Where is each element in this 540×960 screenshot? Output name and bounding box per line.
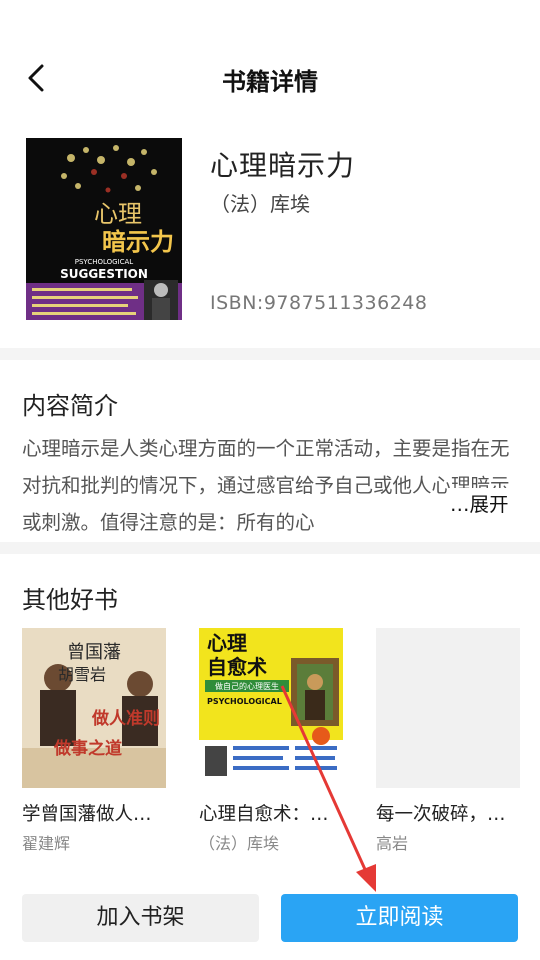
rec-book-cover[interactable]: 曾国藩 胡雪岩 做人准则 做事之道 <box>22 628 166 788</box>
rec-book-cover[interactable]: 心理 自愈术 做自己的心理医生 PSYCHOLOGICAL <box>199 628 343 788</box>
rec-cover-text1: 心理 <box>207 631 247 655</box>
rec-cover-text2: 自愈术 <box>207 655 267 679</box>
book-isbn: ISBN:9787511336248 <box>210 292 428 314</box>
intro-ellipsis: … <box>450 493 470 516</box>
rec-book-title: 每一次破碎，… <box>376 804 506 825</box>
rec-cover-text3: 做人准则 <box>91 708 160 729</box>
book-author: （法）库埃 <box>210 192 310 216</box>
cover-subtitle-en2: SUGGESTION <box>60 267 148 281</box>
rec-cover-text3: 做自己的心理医生 <box>215 681 279 691</box>
rec-book-author: 高岩 <box>376 834 409 853</box>
cover-title-line1: 心理 <box>94 200 142 228</box>
cover-title-line2: 暗示力 <box>102 228 174 256</box>
rec-book-author: （法）库埃 <box>199 834 280 853</box>
page-title: 书籍详情 <box>222 68 318 96</box>
intro-body: 心理暗示是人类心理方面的一个正常活动，主要是指在无对抗和批判的情况下，通过感官给… <box>22 437 510 534</box>
book-cover[interactable]: 心理 暗示力 PSYCHOLOGICAL SUGGESTION <box>26 138 182 320</box>
rec-book-item[interactable]: 心理 自愈术 做自己的心理医生 PSYCHOLOGICAL 心理自愈术：… （法… <box>199 628 343 854</box>
rec-book-title: 学曾国藩做人… <box>22 804 152 825</box>
read-now-button[interactable]: 立即阅读 <box>281 894 518 942</box>
book-info: 心理 暗示力 PSYCHOLOGICAL SUGGESTION 心理暗示力 （法… <box>0 136 540 346</box>
rec-book-cover[interactable] <box>376 628 520 788</box>
book-title: 心理暗示力 <box>210 149 356 182</box>
intro-expand-button[interactable]: …展开 <box>448 488 509 517</box>
rec-book-item[interactable]: 曾国藩 胡雪岩 做人准则 做事之道 学曾国藩做人… 翟建辉 <box>22 628 166 854</box>
add-to-shelf-button[interactable]: 加入书架 <box>22 894 259 942</box>
intro-text: 心理暗示是人类心理方面的一个正常活动，主要是指在无对抗和批判的情况下，通过感官给… <box>22 430 522 541</box>
rec-book-item[interactable]: 每一次破碎，… 高岩 <box>376 628 520 854</box>
rec-book-title: 心理自愈术：… <box>199 804 329 825</box>
rec-cover-text4: 做事之道 <box>53 738 122 759</box>
recommend-heading: 其他好书 <box>22 586 118 614</box>
rec-cover-text4: PSYCHOLOGICAL <box>207 697 282 706</box>
expand-label: 展开 <box>469 493 509 516</box>
rec-cover-text1: 曾国藩 <box>67 642 121 663</box>
cover-subtitle-en1: PSYCHOLOGICAL <box>75 258 134 266</box>
section-divider <box>0 348 540 360</box>
header: 书籍详情 <box>0 0 540 140</box>
rec-book-author: 翟建辉 <box>22 834 71 853</box>
intro-heading: 内容简介 <box>22 392 118 420</box>
rec-cover-text2: 胡雪岩 <box>58 665 106 684</box>
section-divider <box>0 542 540 554</box>
